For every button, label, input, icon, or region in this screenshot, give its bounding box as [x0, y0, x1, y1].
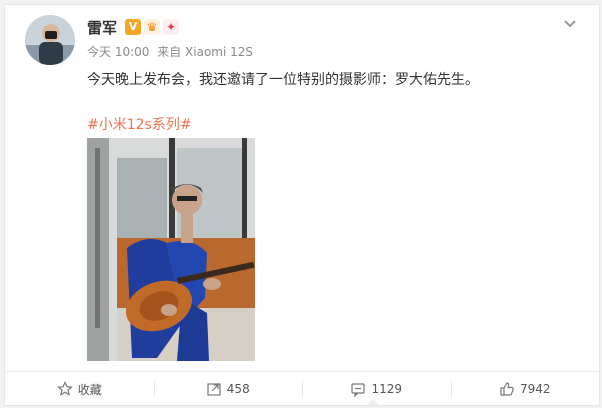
like-count: 7942: [519, 382, 551, 396]
chevron-down-icon[interactable]: [561, 15, 579, 33]
favorite-button[interactable]: 收藏: [5, 372, 154, 406]
thumbs-up-icon: [500, 382, 514, 396]
repost-count: 458: [226, 382, 250, 396]
post-action-bar: 收藏 458 1129 7942: [5, 371, 599, 406]
weibo-post-card: 雷军 V ♛ ✦ 今天 10:00 来自 Xiaomi 12S 今天晚上发布会，…: [4, 4, 600, 406]
verified-v-icon[interactable]: V: [125, 19, 141, 35]
comment-icon: [351, 383, 366, 397]
post-meta: 今天 10:00 来自 Xiaomi 12S: [87, 45, 253, 59]
like-button[interactable]: 7942: [450, 372, 600, 406]
post-photo[interactable]: [87, 138, 255, 361]
topic-hashtag[interactable]: #小米12s系列#: [87, 115, 192, 135]
author-name[interactable]: 雷军: [87, 19, 117, 37]
post-time[interactable]: 今天 10:00: [87, 45, 149, 59]
author-badges: V ♛ ✦: [125, 19, 179, 35]
author-avatar[interactable]: [25, 15, 75, 65]
favorite-label: 收藏: [77, 382, 102, 397]
star-icon: [56, 381, 73, 396]
comment-count: 1129: [371, 382, 403, 396]
vip-crown-icon[interactable]: ♛: [144, 19, 160, 35]
post-source: 来自 Xiaomi 12S: [157, 45, 254, 59]
repost-button[interactable]: 458: [153, 372, 303, 406]
pinned-icon[interactable]: ✦: [163, 19, 179, 35]
post-photo-illustration: [87, 138, 255, 361]
repost-icon: [207, 383, 221, 396]
comment-pointer: [367, 399, 379, 405]
post-text: 今天晚上发布会，我还邀请了一位特别的摄影师：罗大佑先生。: [87, 72, 479, 88]
